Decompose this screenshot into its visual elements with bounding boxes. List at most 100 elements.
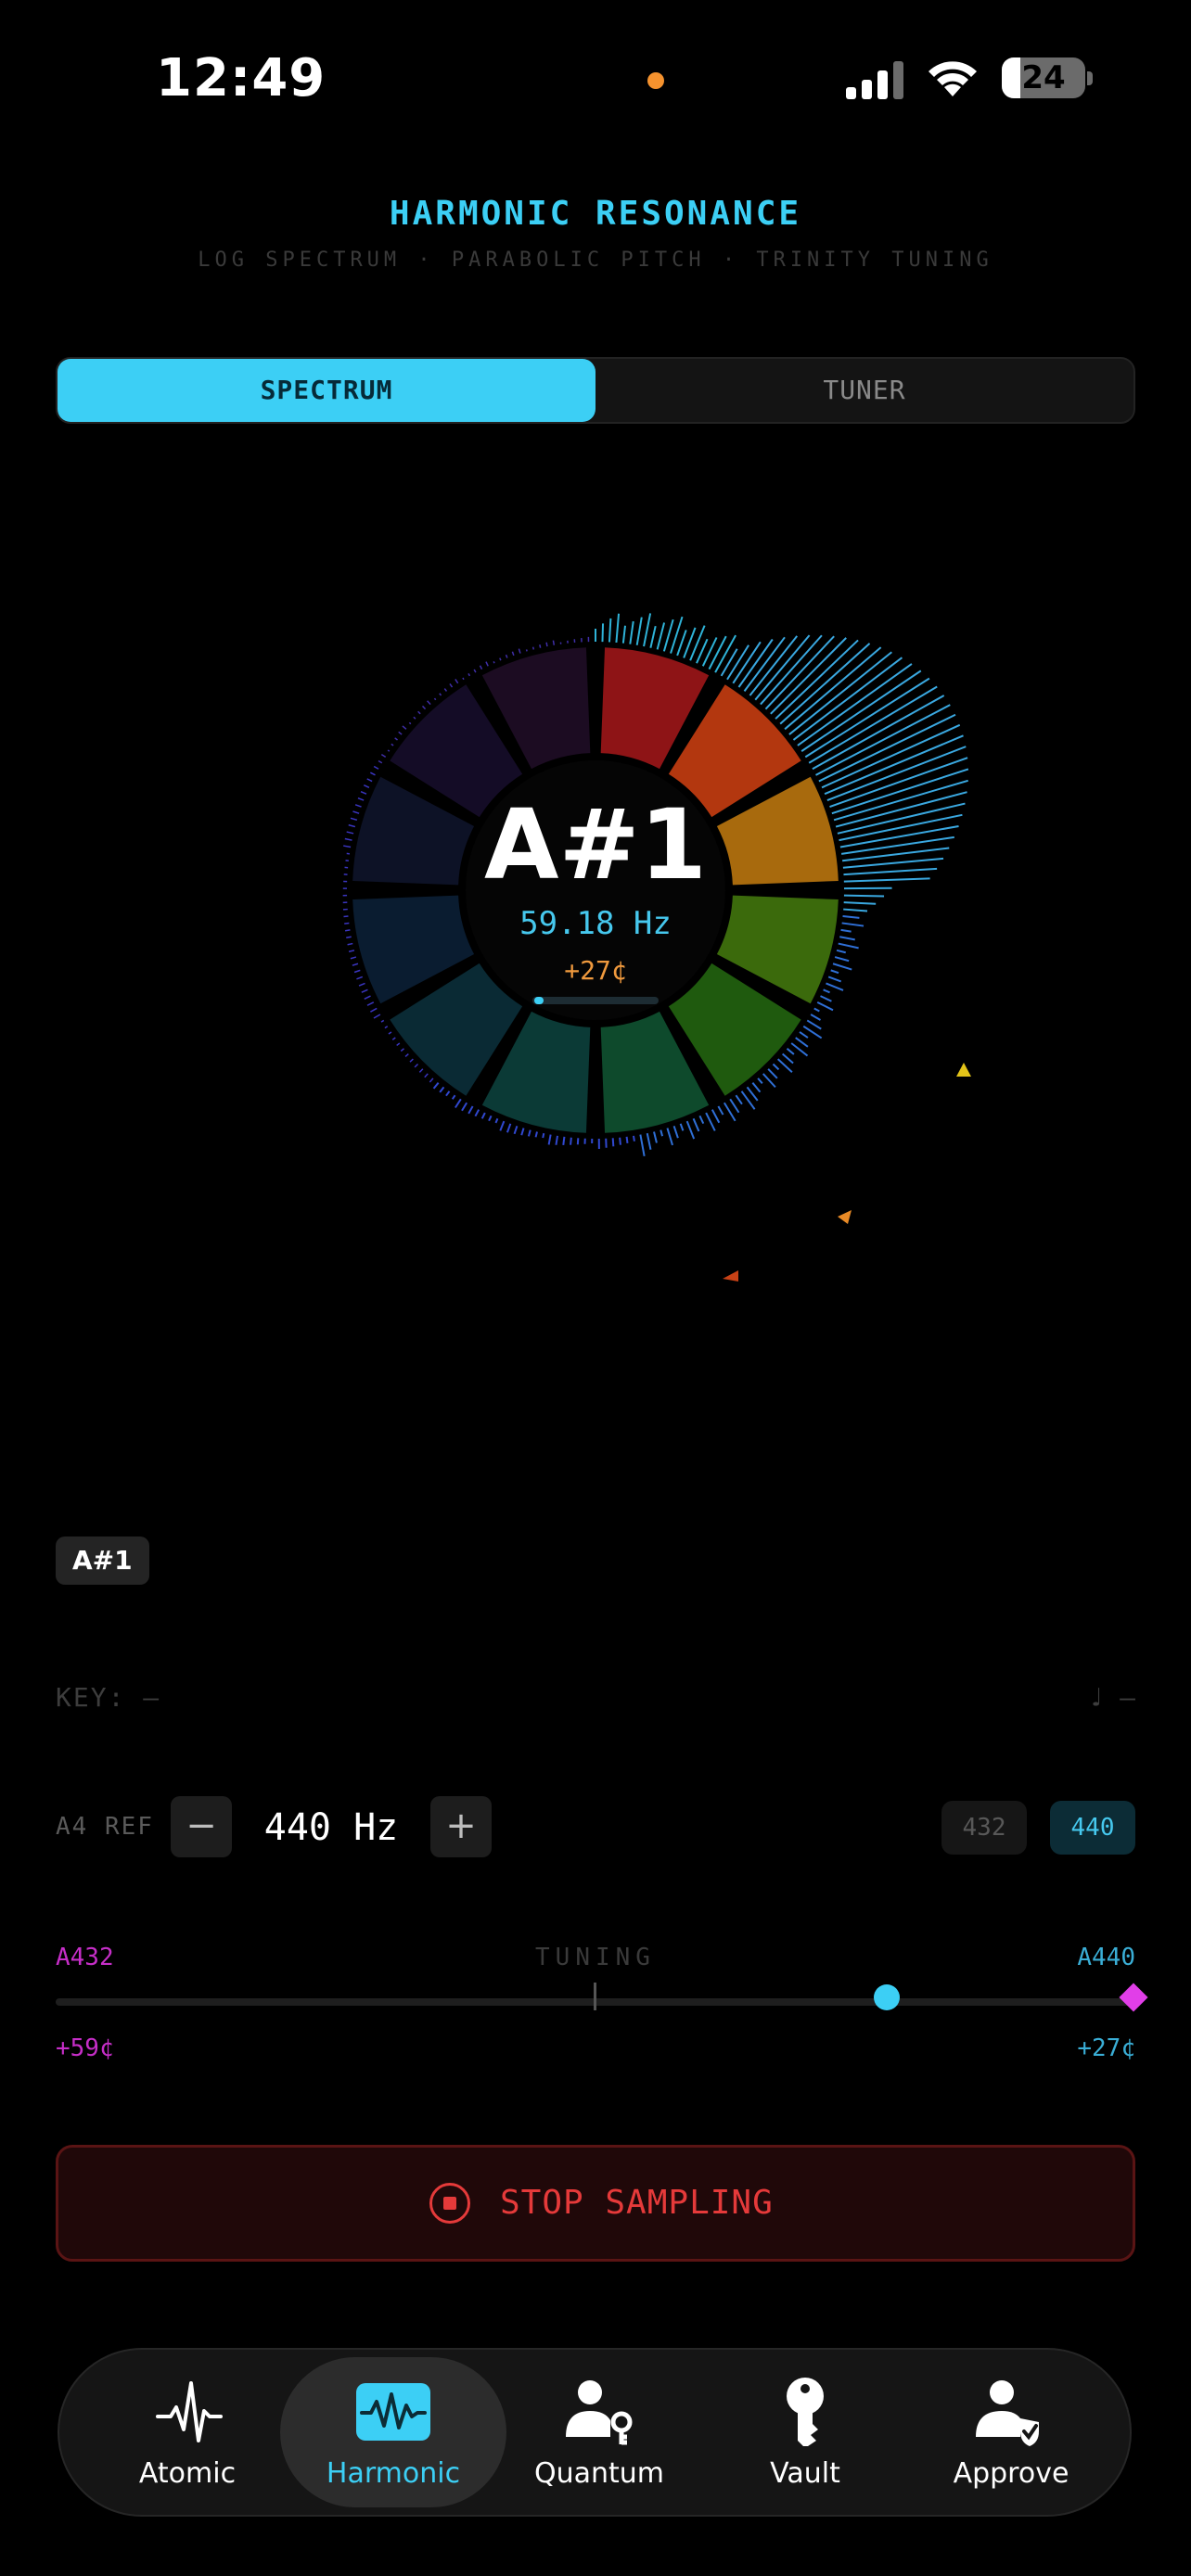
spectrum-bar — [836, 949, 846, 954]
spectrum-bar — [698, 1115, 705, 1125]
spectrum-bar — [717, 1105, 724, 1116]
tab-quantum-label: Quantum — [533, 2457, 665, 2490]
spectrum-bar — [467, 673, 471, 677]
spectrum-bar — [439, 693, 442, 696]
spectrum-bar — [795, 1037, 809, 1048]
spectrum-bar — [511, 651, 515, 657]
a4-ref-label: A4 REF — [56, 1813, 154, 1841]
spectrum-bar — [772, 1063, 780, 1071]
increase-ref-button[interactable]: + — [430, 1796, 492, 1857]
spectrum-bar — [689, 625, 706, 661]
spectrum-bar — [402, 725, 407, 730]
spectrum-bar — [757, 1078, 763, 1084]
stop-sampling-button[interactable]: STOP SAMPLING — [56, 2145, 1135, 2262]
tuning-left-cents: +59¢ — [56, 2034, 114, 2062]
spectrum-bar — [534, 1131, 538, 1138]
spectrum-bar — [421, 705, 427, 710]
spectrum-bar — [685, 1120, 696, 1140]
ref-frequency-value: 440 Hz — [263, 1806, 399, 1849]
spectrum-bar — [823, 988, 830, 994]
spectrum-bar — [525, 649, 528, 652]
spectrum-bar — [692, 1117, 700, 1132]
spectrum-bar — [388, 1031, 392, 1035]
spectrum-bar — [808, 685, 938, 764]
spectrum-bar — [555, 1135, 558, 1145]
tab-harmonic[interactable]: Harmonic — [280, 2357, 506, 2507]
tab-vault-label: Vault — [770, 2457, 840, 2490]
tab-vault[interactable]: Vault — [692, 2357, 918, 2507]
tab-quantum[interactable]: Quantum — [486, 2357, 712, 2507]
spectrum-bar — [749, 635, 799, 696]
tab-tuner[interactable]: TUNER — [596, 359, 1133, 422]
spectrum-bar — [527, 1129, 531, 1137]
battery-icon: 24 — [1002, 57, 1085, 98]
tuning-right-cents: +27¢ — [1077, 2034, 1135, 2062]
spectrum-bar — [545, 642, 548, 647]
marker-yellow-icon — [956, 1063, 971, 1077]
spectrum-bar — [380, 1019, 385, 1023]
spectrum-bar — [413, 716, 416, 720]
spectrum-bar — [775, 639, 859, 720]
spectrum-bar — [361, 988, 368, 993]
spectrum-bar — [455, 1098, 462, 1109]
spectrum-bar — [625, 1136, 629, 1143]
spectrum-bar — [531, 646, 535, 650]
stop-icon — [429, 2183, 470, 2224]
preset-432-button[interactable]: 432 — [941, 1801, 1027, 1855]
spectrum-bar — [485, 661, 489, 667]
spectrum-bar — [820, 995, 832, 1002]
bottom-tab-bar: Atomic Harmonic Quantum Vault Approve — [58, 2348, 1132, 2517]
spectrum-bar — [746, 1086, 759, 1102]
spectrum-bar — [711, 1109, 721, 1124]
user-check-icon — [976, 2380, 1039, 2446]
spectrum-bar — [660, 1129, 664, 1137]
tab-approve[interactable]: Approve — [898, 2357, 1124, 2507]
spectrum-bar — [839, 936, 855, 941]
spectrum-bar — [505, 654, 508, 658]
spectrum-bar — [812, 695, 945, 771]
spectrum-bar — [646, 1132, 652, 1150]
spectrum-bar — [347, 942, 353, 946]
spectrum-bar — [418, 1068, 424, 1073]
spectrum-bar — [499, 1120, 506, 1131]
tuning-slider-thumb[interactable] — [874, 1984, 901, 2010]
marker-red-icon — [723, 1270, 738, 1282]
spectrum-bar — [455, 679, 459, 684]
spectrum-bar — [488, 1115, 493, 1122]
preset-440-button[interactable]: 440 — [1050, 1801, 1135, 1855]
spectrum-bar — [443, 688, 448, 692]
spectrum-bar — [373, 1014, 381, 1019]
tab-atomic[interactable]: Atomic — [74, 2357, 301, 2507]
spectrum-bar — [493, 661, 495, 664]
spectrum-bar — [518, 648, 521, 654]
cents-track — [532, 997, 659, 1004]
spectrum-bar — [672, 1125, 679, 1139]
spectrum-bar — [843, 908, 868, 912]
spectrum-bar — [838, 942, 859, 950]
spectrum-bar — [387, 749, 391, 752]
spectrum-bar — [404, 1052, 409, 1057]
spectrum-bar — [432, 1082, 440, 1090]
spectrum-bar — [720, 648, 738, 677]
spectrum-bar — [348, 823, 356, 828]
spectrum-bar — [343, 845, 352, 848]
cents-indicator — [534, 997, 544, 1004]
spectrum-bar — [643, 613, 652, 647]
tab-spectrum[interactable]: SPECTRUM — [58, 359, 596, 422]
spectrum-bar — [842, 915, 860, 919]
spectrum-bar — [666, 1128, 673, 1146]
spectrum-bar — [439, 1086, 445, 1093]
spectrum-bar — [449, 682, 454, 688]
spectrum-bar — [396, 1042, 401, 1047]
spectrum-bar — [398, 731, 403, 735]
spectrum-bar — [343, 915, 349, 918]
spectrum-bar — [701, 637, 718, 667]
spectrum-bar — [815, 704, 951, 776]
spectrum-bar — [408, 721, 412, 725]
spectrum-bar — [366, 1001, 375, 1006]
spectrum-bar — [539, 644, 542, 648]
a440-marker-icon — [1119, 1983, 1148, 2012]
spectrum-bar — [615, 613, 621, 644]
stop-sampling-label: STOP SAMPLING — [500, 2184, 774, 2222]
decrease-ref-button[interactable]: − — [171, 1796, 232, 1857]
